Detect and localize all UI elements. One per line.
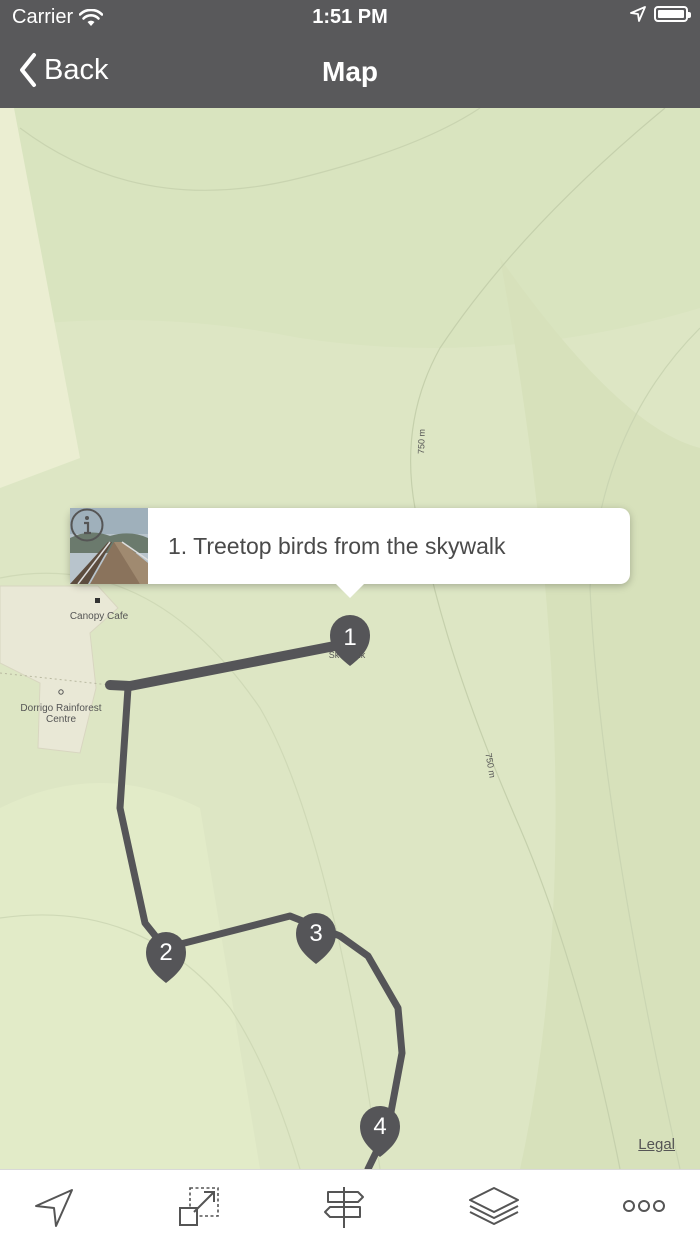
marker-label-3: 3 — [309, 920, 322, 947]
resize-icon — [179, 1187, 219, 1226]
canopy-cafe-label: Canopy Cafe — [69, 611, 129, 622]
map-canvas: 1 2 3 4 — [0, 108, 700, 1169]
back-label: Back — [44, 53, 109, 86]
rainforest-centre-line2: Centre — [45, 714, 76, 725]
layers-button[interactable] — [468, 1184, 520, 1230]
navigation-bar: Back Map — [0, 36, 700, 108]
legal-link[interactable]: Legal — [638, 1136, 675, 1153]
rainforest-centre-line1: Dorrigo Rainforest — [20, 703, 102, 714]
chevron-left-icon — [20, 53, 36, 87]
battery-icon — [654, 6, 691, 22]
back-button[interactable]: Back — [18, 52, 108, 88]
signpost-icon — [324, 1187, 364, 1228]
layers-icon — [469, 1187, 519, 1225]
skywalk-label-end: lk — [358, 650, 366, 660]
callout-pointer — [334, 582, 366, 598]
more-button[interactable] — [620, 1184, 668, 1230]
marker-label-4: 4 — [373, 1113, 386, 1140]
location-button[interactable] — [30, 1184, 78, 1230]
status-time: 1:51 PM — [312, 6, 388, 28]
more-icon — [623, 1200, 665, 1212]
fit-route-button[interactable] — [176, 1184, 224, 1230]
location-services-icon — [630, 6, 646, 22]
info-icon[interactable] — [70, 508, 104, 542]
marker-label-1: 1 — [343, 624, 356, 651]
directions-button[interactable] — [320, 1184, 368, 1230]
bottom-toolbar — [0, 1169, 700, 1244]
skywalk-label: Sk — [328, 650, 340, 660]
status-right — [630, 6, 691, 22]
poi-title: 1. Treetop birds from the skywalk — [168, 532, 506, 559]
status-bar: Carrier 1:51 PM — [0, 0, 700, 36]
map-view[interactable]: 1 2 3 4 Canopy Cafe Dorrigo Rainforest C… — [0, 108, 700, 1169]
contour-label-1: 750 m — [416, 428, 427, 455]
rainforest-centre-label: Dorrigo Rainforest Centre — [8, 703, 114, 725]
marker-label-2: 2 — [159, 939, 172, 966]
poi-callout[interactable]: 1. Treetop birds from the skywalk — [70, 508, 630, 598]
location-arrow-icon — [35, 1189, 73, 1227]
